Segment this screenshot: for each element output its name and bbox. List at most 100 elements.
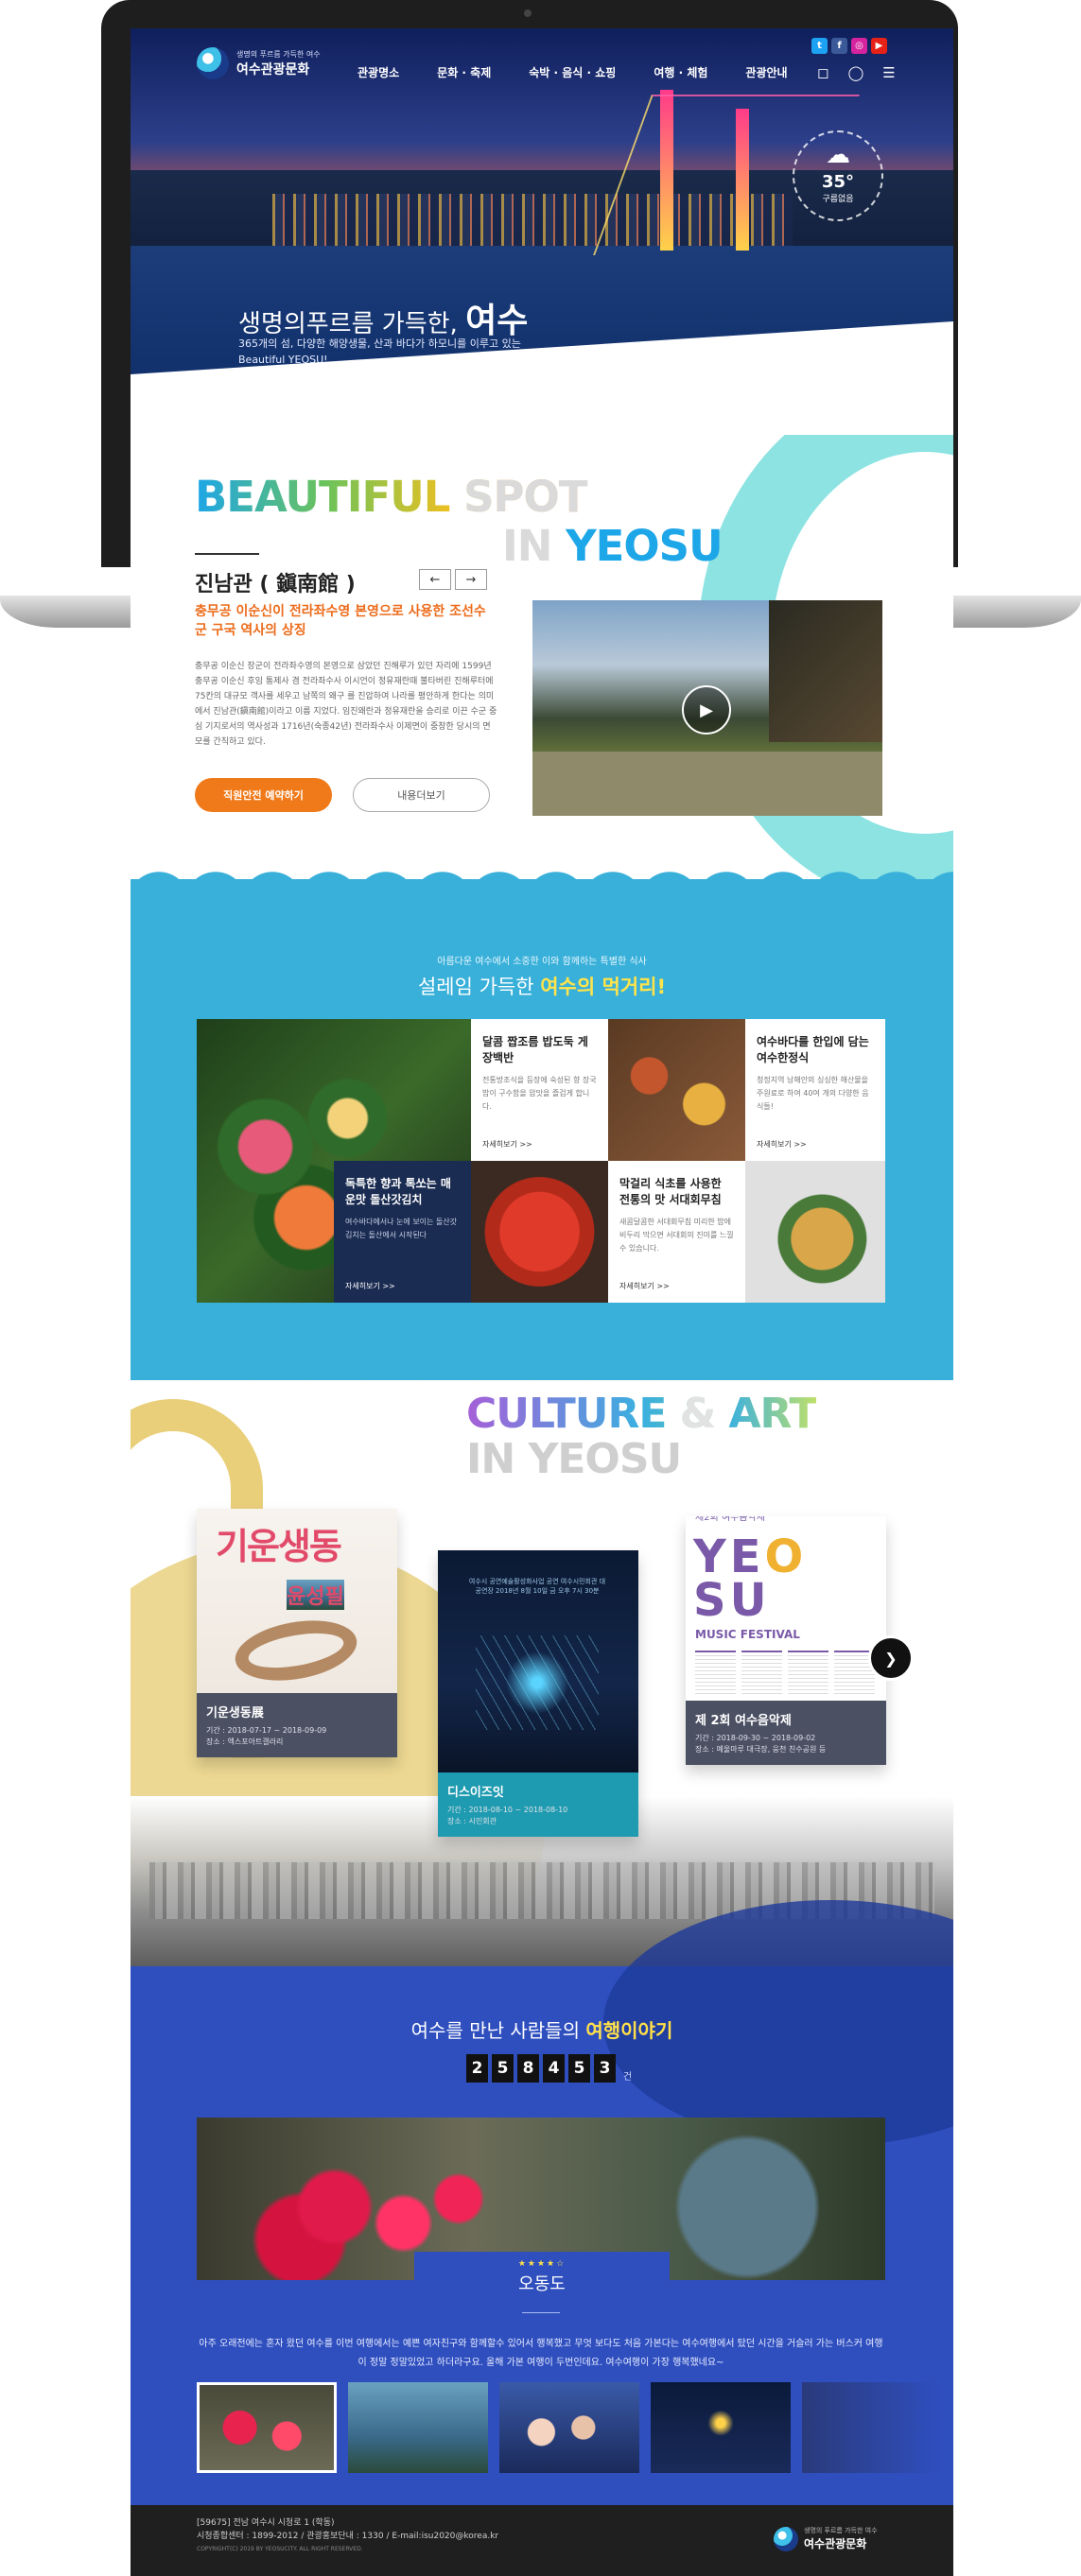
footer-address: [59675] 전남 여수시 시청로 1 (학동) [197, 2518, 335, 2528]
counter-digit: 8 [517, 2054, 539, 2083]
story-text: 아주 오래전에는 혼자 왔던 여수를 이번 여행에서는 예쁜 여자친구와 함께할… [199, 2339, 883, 2368]
food-card-desc: 여수바다에서나 눈에 보이는 돌산갓김치는 돌산에서 시작된다 [345, 1218, 458, 1239]
thumbnail[interactable] [499, 2382, 639, 2473]
thumbnail[interactable] [651, 2382, 791, 2473]
video-ground [532, 752, 882, 816]
logo-name: 여수관광문화 [236, 61, 310, 78]
hanjeongsik-photo[interactable] [608, 1019, 745, 1161]
poster-label: MUSIC FESTIVAL [695, 1628, 800, 1641]
divider [195, 553, 259, 555]
spot-video[interactable]: ▶ [532, 600, 882, 816]
instagram-icon[interactable]: ◎ [851, 38, 867, 54]
event-date: 기간 : 2018-09-30 ~ 2018-09-02 [695, 1734, 816, 1742]
weather-widget: ☁ 35° 구름없음 [793, 130, 883, 221]
story-place-label: ★★★★☆ 오동도 [414, 2252, 670, 2307]
menu-item-tourist-info[interactable]: 관광안내 [745, 64, 787, 80]
event-caption: 디스이즈잇 기간 : 2018-08-10 ~ 2018-08-10 장소 : … [438, 1772, 638, 1837]
counter-digit: 5 [568, 2054, 590, 2083]
play-icon[interactable]: ▶ [682, 685, 731, 735]
header-tools: ◻ ◯ ☰ [817, 64, 896, 81]
next-arrow-button[interactable]: → [455, 569, 487, 590]
poster-kicker: 제2회 여수음악제 [695, 1516, 765, 1523]
event-card[interactable]: 제2회 여수음악제 YEO SU MUSIC FESTIVAL 제 2회 여수음악… [686, 1516, 886, 1765]
food-card-title: 막걸리 식초를 사용한 전통의 맛 서대회무침 [619, 1177, 722, 1206]
squid-photo[interactable] [471, 1161, 608, 1303]
event-date: 기간 : 2018-07-17 ~ 2018-09-09 [206, 1726, 327, 1735]
menu-icon[interactable]: ☰ [882, 64, 895, 81]
thumbnail[interactable] [348, 2382, 488, 2473]
top-navigation: 생명의 푸르름 가득한 여수 여수관광문화 관광명소 문화 · 축제 숙박 · … [131, 28, 953, 104]
footer-logo-tagline: 생명의 푸르름 가득한 여수 [804, 2527, 878, 2534]
spot-name: 진남관 ( 鎭南館 ) [195, 573, 356, 596]
menu-item-stay-food-shopping[interactable]: 숙박 · 음식 · 쇼핑 [529, 64, 616, 80]
footer-contact: 시청종합센터 : 1899-2012 / 관광홍보단내 : 1330 / E-m… [197, 2532, 499, 2541]
poster-schedule [695, 1651, 875, 1694]
chevron-right-icon[interactable]: ❯ [868, 1635, 914, 1681]
thumbnail-selected[interactable] [197, 2382, 337, 2473]
food-card-desc: 청정지역 남해안의 싱싱한 해산물을 주원료로 하여 40여 개의 다양한 음식… [757, 1076, 869, 1111]
lock-icon[interactable]: ◻ [817, 64, 828, 81]
twitter-icon[interactable]: t [811, 38, 828, 54]
food-more-link[interactable]: 자세히보기 >> [482, 1139, 532, 1150]
event-card[interactable]: 기운생동 윤성필 기운생동展 기간 : 2018-07-17 ~ 2018-09… [197, 1509, 397, 1757]
counter-digit: 4 [543, 2054, 565, 2083]
food-card-crab[interactable]: 달콤 짭조름 밥도둑 게장백반 전통방조식을 등장에 숙성된 향 장국밥이 구수… [471, 1019, 608, 1161]
culture-art-heading: CULTURE & ART IN YEOSU [466, 1392, 817, 1483]
divider [522, 2312, 560, 2313]
prev-arrow-button[interactable]: ← [419, 569, 451, 590]
wave-top-decoration [131, 860, 953, 903]
poster-title: 기운생동 [216, 1526, 342, 1567]
menu-item-attractions[interactable]: 관광명소 [357, 64, 399, 80]
weather-condition: 구름없음 [822, 195, 854, 204]
poster-note: 여수시 공연예술활성화사업 공연 여수시민회관 대공연장 2018년 8월 10… [468, 1578, 606, 1595]
event-title: 제 2회 여수음악제 [695, 1714, 792, 1728]
poster-logo: YEO SU [693, 1530, 808, 1627]
food-card-hanjeongsik[interactable]: 여수바다를 한입에 담는 여수한정식 청정지역 남해안의 싱싱한 해산물을 주원… [745, 1019, 885, 1161]
menu-item-travel-experience[interactable]: 여행 · 체험 [654, 64, 707, 80]
counter-digit: 3 [594, 2054, 616, 2083]
food-more-link[interactable]: 자세히보기 >> [345, 1281, 395, 1291]
story-title-highlight: 여행이야기 [585, 2019, 673, 2042]
story-place-name: 오동도 [518, 2274, 566, 2294]
logo-emblem-icon [197, 47, 229, 79]
footer-copyright: COPYRIGHT(C) 2019 BY YEOSUCITY. ALL RIGH… [197, 2546, 363, 2552]
food-section: 아름다운 여수에서 소중한 이와 함께하는 특별한 식사 설레임 가득한 여수의… [131, 860, 953, 1399]
food-more-link[interactable]: 자세히보기 >> [757, 1139, 807, 1150]
food-card-seodae[interactable]: 막걸리 식초를 사용한 전통의 맛 서대회무침 새콤달콤한 서대회무침 미리한 … [608, 1161, 745, 1303]
food-card-desc: 새콤달콤한 서대회무침 미리한 밥에 비두리 막으면 서대회의 진미를 느낄 수… [619, 1218, 734, 1253]
food-title: 설레임 가득한 여수의 먹거리! [131, 972, 953, 1000]
food-more-link[interactable]: 자세히보기 >> [619, 1281, 670, 1291]
youtube-icon[interactable]: ▶ [871, 38, 887, 54]
footer-logo-name: 여수관광문화 [804, 2537, 867, 2550]
reserve-button[interactable]: 직원안전 예약하기 [195, 778, 332, 812]
heading-in: IN [502, 521, 552, 571]
menu-item-culture-festival[interactable]: 문화 · 축제 [437, 64, 491, 80]
event-caption: 기운생동展 기간 : 2018-07-17 ~ 2018-09-09 장소 : … [197, 1693, 397, 1757]
heading-in-yeosu: IN YEOSU [466, 1435, 682, 1483]
food-card-kimchi[interactable]: 독특한 향과 톡쏘는 매운맛 돌산갓김치 여수바다에서나 눈에 보이는 돌산갓김… [334, 1161, 471, 1303]
story-counter: 2 5 8 4 5 3 건 [466, 2054, 632, 2083]
thumbnail[interactable] [802, 2382, 942, 2473]
facebook-icon[interactable]: f [831, 38, 847, 54]
website-screen: 생명의 푸르름 가득한 여수 여수관광문화 관광명소 문화 · 축제 숙박 · … [131, 28, 953, 2576]
food-card-desc: 전통방조식을 등장에 숙성된 향 장국밥이 구수함을 압맛을 즐겁게 합니다. [482, 1076, 597, 1111]
poster-artist: 윤성필 [287, 1580, 344, 1610]
spot-lead-text: 충무공 이순신이 전라좌수영 본영으로 사용한 조선수군 구국 역사의 상징 [195, 604, 486, 638]
site-logo[interactable]: 생명의 푸르름 가득한 여수 여수관광문화 [197, 47, 321, 79]
event-poster: 제2회 여수음악제 YEO SU MUSIC FESTIVAL [686, 1516, 886, 1701]
hero-subtitle: 365개의 섬, 다양한 해양생물, 산과 바다가 하모니를 이루고 있는 Be… [238, 337, 521, 366]
logo-emblem-icon [774, 2526, 798, 2551]
more-content-button[interactable]: 내용더보기 [353, 778, 490, 812]
footer-logo[interactable]: 생명의 푸르름 가득한 여수 여수관광문화 [774, 2526, 878, 2551]
footer-info: [59675] 전남 여수시 시청로 1 (학동) 시청종합센터 : 1899-… [197, 2516, 498, 2556]
event-card[interactable]: 여수시 공연예술활성화사업 공연 여수시민회관 대공연장 2018년 8월 10… [438, 1550, 638, 1837]
counter-unit: 건 [623, 2072, 633, 2083]
page-frame: 생명의 푸르름 가득한 여수 여수관광문화 관광명소 문화 · 축제 숙박 · … [0, 0, 1081, 2576]
event-place: 장소 : 시민회관 [447, 1817, 497, 1825]
event-date: 기간 : 2018-08-10 ~ 2018-08-10 [447, 1806, 568, 1814]
main-menu: 관광명소 문화 · 축제 숙박 · 음식 · 쇼핑 여행 · 체험 관광안내 [357, 64, 788, 80]
food-card-title: 독특한 향과 톡쏘는 매운맛 돌산갓김치 [345, 1177, 451, 1206]
user-icon[interactable]: ◯ [847, 64, 863, 81]
seodae-photo[interactable] [745, 1161, 885, 1303]
food-title-highlight: 여수의 먹거리! [540, 976, 667, 998]
